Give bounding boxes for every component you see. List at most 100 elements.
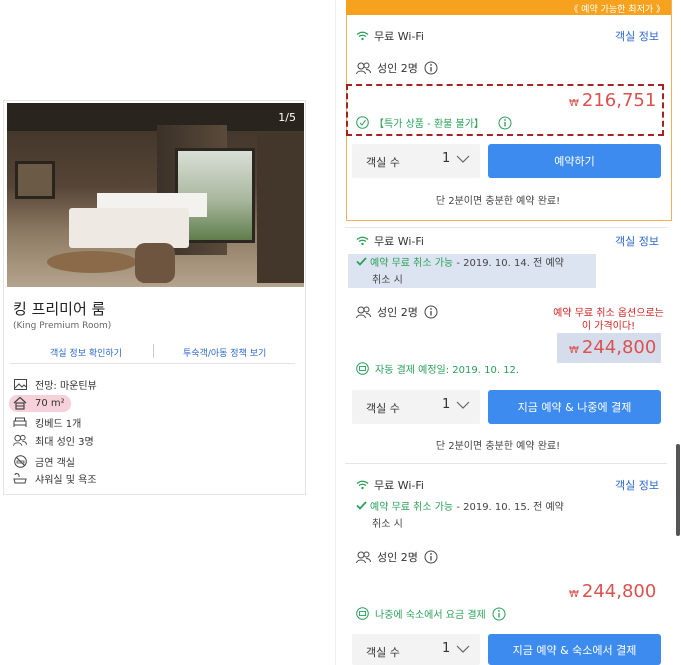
- room-links: 객실 정보 확인하기 투숙객/아동 정책 보기: [10, 342, 295, 364]
- offer3-payment-info: 나중에 숙소에서 요금 결제: [356, 606, 512, 621]
- people-icon: [356, 551, 371, 563]
- offer2-adults: 성인 2명: [356, 304, 438, 320]
- amenity-bed: 킹베드 1개: [13, 414, 81, 430]
- wifi-label: 무료 Wi-Fi: [374, 235, 424, 248]
- wifi-label: 무료 Wi-Fi: [374, 30, 424, 43]
- deal-icon: [356, 116, 369, 129]
- price-value: 216,751: [581, 90, 657, 111]
- offer2-book-button[interactable]: 지금 예약 & 나중에 결제: [488, 390, 661, 424]
- offer2-room-info-link[interactable]: 객실 정보: [615, 233, 659, 249]
- deal-label: 【특가 상품 - 환불 불가】: [374, 119, 484, 130]
- cancel-deadline: - 2019. 10. 14. 전 예약: [453, 258, 564, 269]
- offer2-note: 단 2분이면 충분한 예약 완료!: [435, 441, 561, 452]
- amenity-label: 전망: 마운틴뷰: [35, 380, 97, 392]
- photo-ceiling: [7, 103, 304, 131]
- photo-table: [47, 251, 137, 273]
- offer-separator: [345, 463, 667, 464]
- room-info-link[interactable]: 객실 정보 확인하기: [50, 346, 122, 359]
- chevron-down-icon: [456, 645, 470, 653]
- offer1-qty-label: 객실 수: [366, 156, 400, 169]
- amenity-smoking: 금연 객실: [13, 453, 75, 469]
- offer1-qty-select[interactable]: 1: [442, 151, 470, 166]
- check-icon: [356, 257, 367, 266]
- payment-label: 나중에 숙소에서 요금 결제: [375, 610, 486, 621]
- house-icon: [13, 396, 27, 410]
- offer2-qty-label: 객실 수: [366, 402, 400, 415]
- guest-policy-link[interactable]: 투숙객/아동 정책 보기: [183, 346, 266, 359]
- amenity-bath: 샤워실 및 욕조: [13, 470, 97, 486]
- people-icon: [356, 306, 371, 318]
- free-cancel-label: 예약 무료 취소 가능: [370, 502, 454, 513]
- photo-cabinet: [257, 133, 304, 283]
- adults-label: 성인 2명: [377, 62, 418, 75]
- price-annotation: 예약 무료 취소 옵션으로는 이 가격이다!: [536, 307, 681, 333]
- link-divider: [153, 344, 154, 358]
- qty-value: 1: [442, 397, 451, 412]
- offer2-qty-select[interactable]: 1: [442, 397, 470, 412]
- chevron-down-icon: [456, 401, 470, 409]
- amenity-label: 샤워실 및 욕조: [35, 474, 97, 486]
- shower-icon: [13, 471, 27, 485]
- offer1-wifi: 무료 Wi-Fi: [356, 28, 424, 44]
- chevron-down-icon: [456, 155, 470, 163]
- room-title: 킹 프리미어 룸: [13, 300, 106, 318]
- offer1-price: ₩216,751: [569, 90, 656, 111]
- offer1-note: 단 2분이면 충분한 예약 완료!: [435, 196, 561, 207]
- info-icon[interactable]: [424, 61, 438, 75]
- bed-icon: [13, 415, 27, 429]
- room-photo[interactable]: 1/5: [7, 103, 304, 287]
- amenity-label: 킹베드 1개: [35, 418, 82, 430]
- offer3-adults: 성인 2명: [356, 549, 438, 565]
- offer3-qty-select[interactable]: 1: [442, 641, 470, 656]
- offer3-price: ₩244,800: [569, 581, 656, 602]
- wifi-icon: [356, 480, 369, 490]
- best-price-banner: 《 예약 가능한 최저가 》: [346, 0, 671, 15]
- free-cancel-label: 예약 무료 취소 가능: [370, 258, 454, 269]
- wifi-label: 무료 Wi-Fi: [374, 479, 424, 492]
- cancel-deadline: - 2019. 10. 15. 전 예약: [453, 502, 564, 513]
- offer1-book-button[interactable]: 예약하기: [488, 144, 661, 178]
- wifi-icon: [356, 31, 369, 41]
- info-icon[interactable]: [424, 550, 438, 564]
- offer2-wifi: 무료 Wi-Fi: [356, 233, 424, 249]
- currency-symbol: ₩: [569, 345, 579, 356]
- offer1-room-info-link[interactable]: 객실 정보: [615, 28, 659, 44]
- payment-label: 자동 결제 예정일: 2019. 10. 12.: [375, 365, 520, 376]
- payment-icon: [356, 362, 369, 375]
- offer2-cancellation: 예약 무료 취소 가능 - 2019. 10. 14. 전 예약 취소 시: [356, 255, 564, 289]
- amenity-area: 70 m²: [13, 395, 65, 411]
- payment-icon: [356, 607, 369, 620]
- price-value: 244,800: [581, 581, 657, 602]
- people-icon: [356, 62, 371, 74]
- amenity-label: 최대 성인 3명: [35, 436, 94, 448]
- photo-chair: [135, 243, 175, 283]
- offer1-deal: 【특가 상품 - 환불 불가】: [356, 115, 512, 130]
- offer3-room-info-link[interactable]: 객실 정보: [615, 477, 659, 493]
- offer3-wifi: 무료 Wi-Fi: [356, 477, 424, 493]
- best-price-label: 《 예약 가능한 최저가 》: [569, 5, 665, 15]
- adults-label: 성인 2명: [377, 551, 418, 564]
- cancel-line2: 취소 시: [372, 519, 403, 530]
- scrollbar-thumb[interactable]: [676, 444, 680, 536]
- offer2-price: ₩244,800: [569, 337, 656, 358]
- offer3-cancellation: 예약 무료 취소 가능 - 2019. 10. 15. 전 예약 취소 시: [356, 499, 564, 533]
- offer-separator: [345, 227, 667, 228]
- no-smoking-icon: [13, 454, 27, 468]
- qty-value: 1: [442, 641, 451, 656]
- info-icon[interactable]: [492, 607, 506, 621]
- info-icon[interactable]: [424, 305, 438, 319]
- offer3-qty-label: 객실 수: [366, 646, 400, 659]
- price-value: 244,800: [581, 337, 657, 358]
- offer2-payment-info: 자동 결제 예정일: 2019. 10. 12.: [356, 361, 519, 376]
- offer1-adults: 성인 2명: [356, 60, 438, 76]
- amenity-label: 금연 객실: [35, 457, 75, 469]
- annotation-line1: 예약 무료 취소 옵션으로는: [553, 308, 664, 319]
- cancel-line2: 취소 시: [372, 275, 403, 286]
- check-icon: [356, 501, 367, 510]
- qty-value: 1: [442, 151, 451, 166]
- currency-symbol: ₩: [569, 589, 579, 600]
- amenity-occupancy: 최대 성인 3명: [13, 432, 94, 448]
- offer3-book-button[interactable]: 지금 예약 & 숙소에서 결제: [488, 634, 661, 665]
- amenity-view: 전망: 마운틴뷰: [13, 376, 97, 392]
- info-icon[interactable]: [498, 116, 512, 130]
